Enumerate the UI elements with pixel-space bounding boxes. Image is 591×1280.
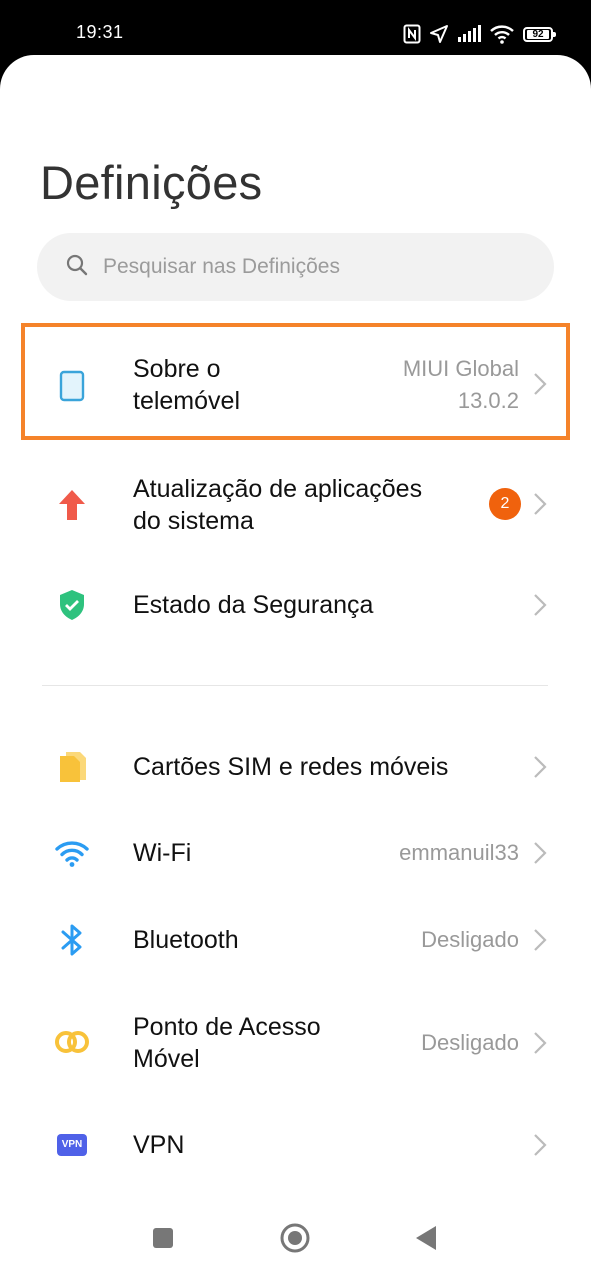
battery-icon: 92	[523, 26, 556, 42]
chevron-right-icon	[534, 756, 547, 778]
search-input[interactable]: Pesquisar nas Definições	[103, 255, 340, 279]
status-icons: 92	[403, 20, 556, 48]
chevron-right-icon	[534, 1134, 547, 1156]
bluetooth-icon	[52, 920, 92, 960]
battery-level: 92	[527, 29, 549, 39]
page-title: Definições	[40, 156, 263, 209]
location-icon	[429, 24, 449, 44]
signal-icon	[457, 25, 481, 43]
wifi-status-icon	[489, 24, 515, 44]
back-triangle-icon	[416, 1226, 436, 1250]
navigation-bar	[0, 1200, 591, 1280]
settings-item-label: Bluetooth	[133, 926, 239, 954]
settings-item-value: Desligado	[421, 927, 519, 952]
settings-item-label: Estado da Segurança	[133, 591, 374, 619]
settings-item-security[interactable]: Estado da Segurança	[0, 565, 591, 645]
settings-item-about-phone[interactable]: Sobre o telemóvel MIUI Global 13.0.2	[0, 335, 591, 435]
settings-item-wifi[interactable]: Wi-Fi emmanuil33	[0, 813, 591, 893]
chevron-right-icon	[534, 493, 547, 515]
settings-sheet: Definições Pesquisar nas Definições Sobr…	[0, 55, 591, 1280]
section-divider	[42, 685, 548, 686]
square-icon	[153, 1228, 173, 1248]
settings-item-label: Sobre o telemóvel	[133, 355, 240, 415]
settings-item-vpn[interactable]: VPN VPN	[0, 1105, 591, 1185]
settings-item-value: emmanuil33	[399, 840, 519, 865]
chevron-right-icon	[534, 594, 547, 616]
chevron-right-icon	[534, 1032, 547, 1054]
nfc-icon	[403, 24, 421, 44]
vpn-icon-text: VPN	[57, 1134, 87, 1156]
chevron-right-icon	[534, 929, 547, 951]
chevron-right-icon	[534, 373, 547, 395]
back-button[interactable]	[406, 1218, 446, 1258]
vpn-icon: VPN	[52, 1125, 92, 1165]
settings-item-value: Desligado	[421, 1030, 519, 1055]
search-icon	[65, 253, 89, 282]
search-bar[interactable]: Pesquisar nas Definições	[37, 233, 554, 301]
sim-icon	[52, 747, 92, 787]
settings-item-sim-cards[interactable]: Cartões SIM e redes móveis	[0, 727, 591, 807]
phone-icon	[52, 366, 92, 406]
wifi-icon	[52, 833, 92, 873]
settings-item-system-updates[interactable]: Atualização de aplicações do sistema 2	[0, 455, 591, 555]
settings-item-value: MIUI Global 13.0.2	[402, 356, 519, 413]
update-arrow-icon	[52, 485, 92, 525]
settings-item-label: Ponto de Acesso Móvel	[133, 1013, 321, 1073]
settings-item-bluetooth[interactable]: Bluetooth Desligado	[0, 900, 591, 980]
hotspot-icon	[52, 1022, 92, 1062]
settings-item-label: Cartões SIM e redes móveis	[133, 753, 449, 781]
settings-item-label: VPN	[133, 1131, 185, 1159]
status-time: 19:31	[76, 22, 124, 42]
settings-item-label: Wi-Fi	[133, 839, 192, 867]
update-count-badge: 2	[489, 488, 521, 520]
settings-item-hotspot[interactable]: Ponto de Acesso Móvel Desligado	[0, 993, 591, 1093]
circle-icon	[280, 1223, 310, 1253]
settings-item-label: Atualização de aplicações do sistema	[133, 475, 423, 535]
home-button[interactable]	[275, 1218, 315, 1258]
shield-icon	[52, 585, 92, 625]
chevron-right-icon	[534, 842, 547, 864]
recents-button[interactable]	[143, 1218, 183, 1258]
